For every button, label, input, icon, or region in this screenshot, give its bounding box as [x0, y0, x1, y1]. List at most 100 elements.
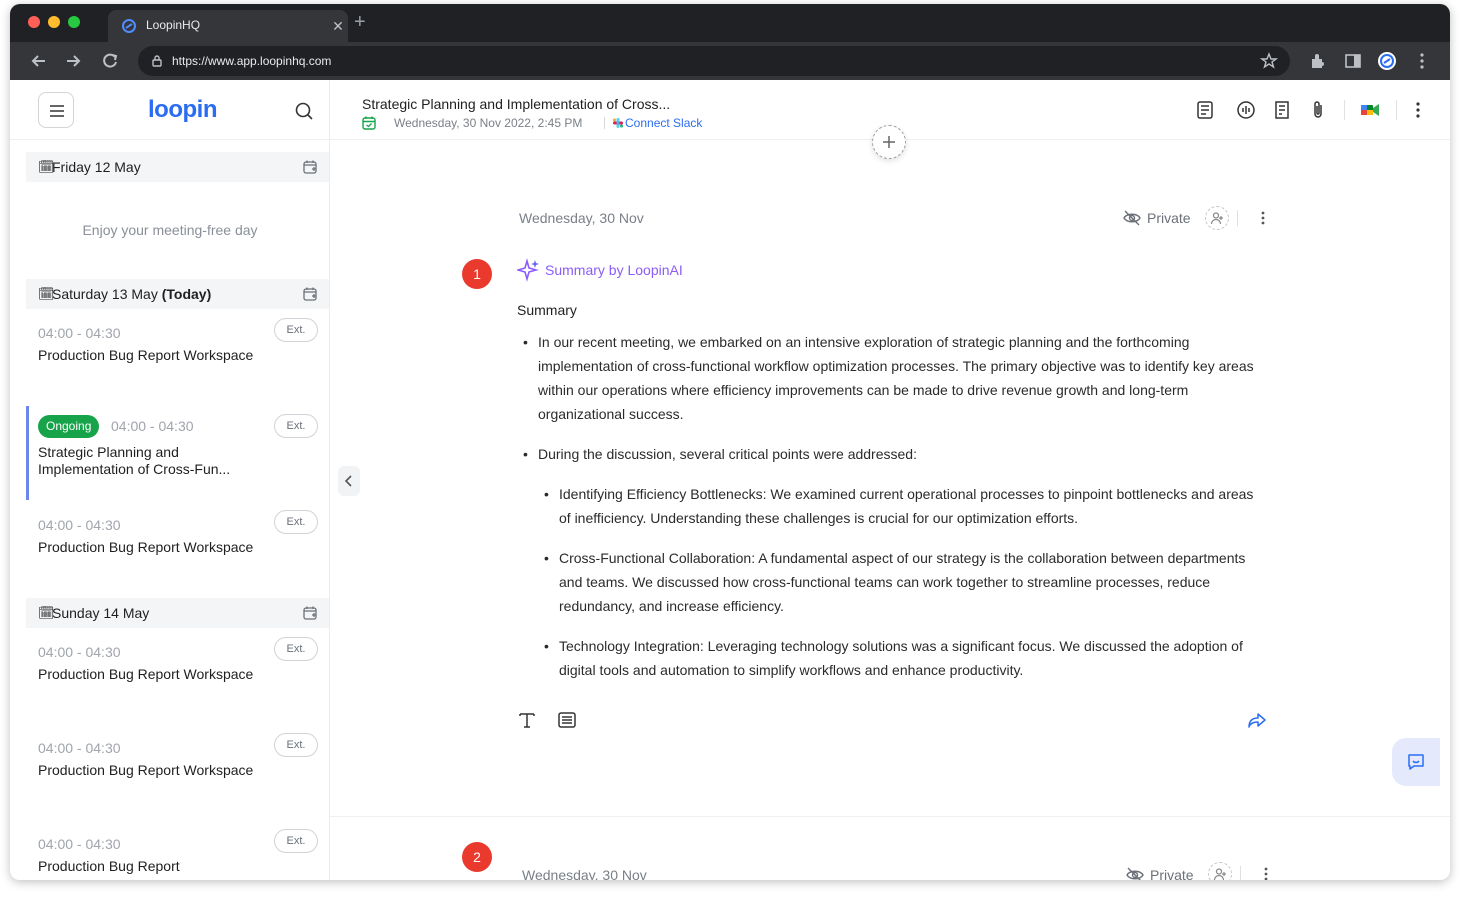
- external-badge: Ext.: [274, 733, 318, 757]
- loopin-app: loopin 🗓 Friday 12 May Enjoy your meetin…: [10, 80, 1450, 880]
- add-to-calendar-icon[interactable]: [302, 605, 318, 621]
- separator: [1396, 100, 1397, 120]
- eye-off-icon: [1126, 867, 1144, 880]
- text-format-icon[interactable]: [517, 710, 537, 730]
- hamburger-menu-button[interactable]: [38, 92, 74, 128]
- search-icon[interactable]: [294, 101, 314, 121]
- bookmark-star-icon[interactable]: [1260, 52, 1278, 70]
- separator: [604, 117, 605, 129]
- hamburger-icon: [50, 105, 64, 117]
- new-tab-icon[interactable]: +: [354, 12, 366, 32]
- url-text: https://www.app.loopinhq.com: [172, 54, 332, 68]
- external-badge: Ext.: [274, 318, 318, 342]
- loopin-extension-icon[interactable]: [1377, 51, 1397, 71]
- separator: [1237, 210, 1238, 226]
- loopin-logo: loopin: [148, 96, 217, 123]
- chat-icon: [1408, 754, 1424, 770]
- summary-sub-bullet: Technology Integration: Leveraging techn…: [538, 634, 1257, 682]
- tab-title: LoopinHQ: [146, 18, 201, 32]
- day-label: Friday 12 May: [52, 159, 141, 175]
- plus-icon: [883, 136, 895, 148]
- meeting-datetime: Wednesday, 30 Nov 2022, 2:45 PM: [394, 116, 583, 130]
- browser-tab-strip: LoopinHQ ✕ +: [10, 4, 1450, 42]
- share-with-user-button[interactable]: [1208, 862, 1232, 880]
- meeting-title: Production Bug Report Workspace: [38, 762, 254, 778]
- browser-menu-icon[interactable]: [1412, 51, 1432, 71]
- template-icon[interactable]: [557, 710, 577, 730]
- meeting-title: Strategic Planning and Implementation of…: [362, 96, 671, 112]
- browser-toolbar: https://www.app.loopinhq.com: [10, 42, 1450, 80]
- extensions-icon[interactable]: [1308, 51, 1328, 71]
- meeting-time: 04:00 - 04:30: [111, 418, 194, 434]
- summary-body: In our recent meeting, we embarked on an…: [517, 330, 1257, 698]
- maximize-window-button[interactable]: [68, 16, 80, 28]
- day-header-sunday: 🗓 Sunday 14 May: [26, 598, 329, 628]
- lock-icon: [152, 55, 162, 67]
- minimize-window-button[interactable]: [48, 16, 60, 28]
- meeting-time: 04:00 - 04:30: [38, 740, 121, 756]
- note-number-badge: 2: [462, 842, 492, 872]
- forward-icon[interactable]: [62, 50, 84, 72]
- meeting-time: 04:00 - 04:30: [38, 325, 121, 341]
- note-divider: [330, 816, 1450, 817]
- attachment-icon[interactable]: [1308, 100, 1328, 120]
- meeting-list-item[interactable]: 04:00 - 04:30 Ext. Production Bug Report…: [26, 637, 329, 717]
- add-note-button[interactable]: [872, 125, 906, 159]
- summary-bullet-group: During the discussion, several critical …: [517, 442, 1257, 682]
- privacy-label[interactable]: Private: [1150, 867, 1194, 880]
- summary-bullet: In our recent meeting, we embarked on an…: [517, 330, 1257, 426]
- eye-off-icon: [1123, 210, 1141, 226]
- meeting-title: Production Bug Report Workspace: [38, 666, 254, 682]
- meeting-list-item[interactable]: 04:00 - 04:30 Ext. Production Bug Report: [26, 829, 329, 880]
- ongoing-badge: Ongoing: [38, 415, 100, 438]
- close-tab-icon[interactable]: ✕: [328, 17, 348, 35]
- transcript-icon[interactable]: [1195, 100, 1215, 120]
- add-to-calendar-icon[interactable]: [302, 159, 318, 175]
- note-more-icon[interactable]: [1255, 210, 1271, 226]
- address-bar[interactable]: https://www.app.loopinhq.com: [138, 46, 1290, 76]
- separator: [1344, 100, 1345, 120]
- browser-tab[interactable]: LoopinHQ ✕: [108, 10, 348, 42]
- share-icon[interactable]: [1247, 710, 1267, 730]
- note-more-icon[interactable]: [1258, 866, 1274, 880]
- day-header-friday: 🗓 Friday 12 May: [26, 152, 329, 182]
- meeting-list-item[interactable]: 04:00 - 04:30 Ext. Production Bug Report…: [26, 733, 329, 813]
- summary-heading: Summary: [517, 302, 577, 318]
- loopin-favicon-icon: [122, 19, 136, 33]
- day-label: Saturday 13 May (Today): [52, 286, 212, 302]
- notes-icon[interactable]: [1272, 100, 1292, 120]
- no-meetings-message: Enjoy your meeting-free day: [82, 222, 258, 238]
- google-meet-icon[interactable]: [1360, 100, 1380, 120]
- external-badge: Ext.: [274, 510, 318, 534]
- summary-bullet: During the discussion, several critical …: [538, 446, 917, 462]
- meeting-title: Strategic Planning and Implementation of…: [38, 444, 231, 477]
- today-label: (Today): [161, 286, 212, 302]
- connect-slack-link[interactable]: Connect Slack: [625, 116, 702, 130]
- meeting-list-item[interactable]: 04:00 - 04:30 Ext. Production Bug Report…: [26, 510, 329, 590]
- ai-sparkle-icon: [517, 258, 539, 282]
- sidebar-header: loopin: [10, 80, 329, 140]
- note-date: Wednesday, 30 Nov: [522, 867, 647, 880]
- back-icon[interactable]: [28, 50, 50, 72]
- reload-icon[interactable]: [99, 50, 121, 72]
- note-date: Wednesday, 30 Nov: [519, 210, 644, 226]
- external-badge: Ext.: [274, 414, 318, 438]
- chat-support-button[interactable]: [1392, 738, 1440, 786]
- add-to-calendar-icon[interactable]: [302, 286, 318, 302]
- meeting-title: Production Bug Report Workspace: [38, 539, 254, 555]
- side-panel-icon[interactable]: [1343, 51, 1363, 71]
- share-with-user-button[interactable]: [1205, 206, 1229, 230]
- meeting-list-item-active[interactable]: Ongoing 04:00 - 04:30 Ext. Strategic Pla…: [26, 406, 329, 500]
- slack-icon: [613, 118, 623, 128]
- summary-sub-bullet: Identifying Efficiency Bottlenecks: We e…: [538, 482, 1257, 530]
- sidebar: loopin 🗓 Friday 12 May Enjoy your meetin…: [10, 80, 330, 880]
- day-label: Sunday 14 May: [52, 605, 150, 621]
- day-header-saturday: 🗓 Saturday 13 May (Today): [26, 279, 329, 309]
- add-user-icon: [1210, 212, 1223, 225]
- privacy-label[interactable]: Private: [1147, 210, 1191, 226]
- meeting-list-item[interactable]: 04:00 - 04:30 Ext. Production Bug Report…: [26, 318, 329, 398]
- note-number-badge: 1: [462, 259, 492, 289]
- audio-recording-icon[interactable]: [1236, 100, 1256, 120]
- more-options-icon[interactable]: [1408, 100, 1428, 120]
- close-window-button[interactable]: [28, 16, 40, 28]
